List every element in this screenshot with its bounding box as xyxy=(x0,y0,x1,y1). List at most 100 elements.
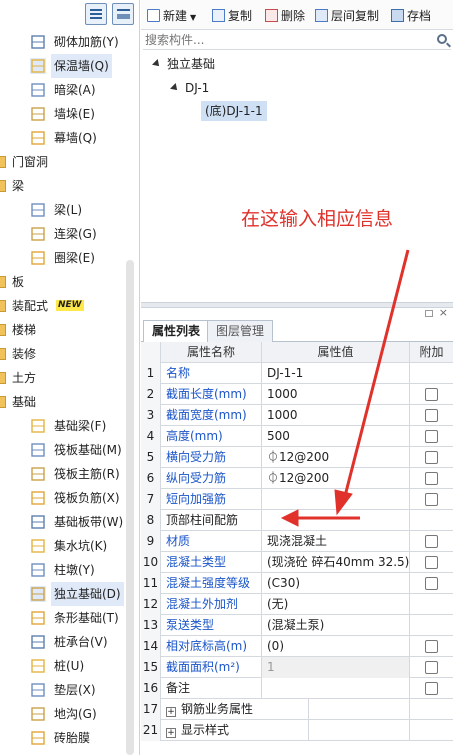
tree-item[interactable]: 保温墙(Q) xyxy=(0,54,126,78)
tree-category[interactable]: 土方 xyxy=(0,366,126,390)
tree-category[interactable]: 梁 xyxy=(0,174,126,198)
table-row: 10 混凝土类型 (现浇砼 碎石40mm 32.5) xyxy=(141,552,453,573)
tree-category[interactable]: 基础 xyxy=(0,390,126,414)
tree-item-label: 筏板主筋(R) xyxy=(54,467,120,481)
tree-node-child[interactable]: DJ-1 xyxy=(170,78,210,98)
pin-icon[interactable] xyxy=(425,310,433,317)
delete-button[interactable]: 删除 xyxy=(265,7,305,25)
property-name[interactable]: + 显示样式 xyxy=(161,720,309,741)
detail-view-button[interactable] xyxy=(112,3,134,25)
tree-item[interactable]: 桩(U) xyxy=(0,654,126,678)
expand-plus-icon[interactable]: + xyxy=(166,707,176,717)
property-name[interactable]: + 钢筋业务属性 xyxy=(161,699,309,720)
table-row: 2 截面长度(mm) 1000 xyxy=(141,384,453,405)
list-view-button[interactable] xyxy=(85,3,107,25)
attach-checkbox[interactable] xyxy=(425,535,438,548)
property-name: 备注 xyxy=(161,678,262,699)
tree-item[interactable]: 集水坑(K) xyxy=(0,534,126,558)
expand-plus-icon[interactable]: + xyxy=(166,728,176,738)
tree-category[interactable]: 门窗洞 xyxy=(0,150,126,174)
tree-item[interactable]: 基础板带(W) xyxy=(0,510,126,534)
property-value[interactable]: (现浇砼 碎石40mm 32.5) xyxy=(262,552,410,573)
tree-node-leaf[interactable]: (底)DJ-1-1 xyxy=(201,101,267,121)
tree-item[interactable]: 垫层(X) xyxy=(0,678,126,702)
property-value[interactable]: 1000 xyxy=(262,405,410,426)
property-value[interactable] xyxy=(262,678,410,699)
tree-item[interactable]: 条形基础(T) xyxy=(0,606,126,630)
tree-item[interactable]: 桩承台(V) xyxy=(0,630,126,654)
search-icon[interactable] xyxy=(437,34,447,44)
table-row: 3 截面宽度(mm) 1000 xyxy=(141,405,453,426)
tree-item[interactable]: 地沟(G) xyxy=(0,702,126,726)
tree-category[interactable]: 板 xyxy=(0,270,126,294)
attach-checkbox[interactable] xyxy=(425,661,438,674)
search-input[interactable] xyxy=(143,31,431,49)
attach-checkbox[interactable] xyxy=(425,640,438,653)
attach-checkbox[interactable] xyxy=(425,682,438,695)
property-value[interactable]: ⏀12@200 xyxy=(262,447,410,468)
property-value[interactable]: DJ-1-1 xyxy=(262,363,410,384)
attach-checkbox[interactable] xyxy=(425,493,438,506)
property-value[interactable] xyxy=(262,510,410,531)
attach-checkbox[interactable] xyxy=(425,472,438,485)
floor-copy-button[interactable]: 层间复制 xyxy=(315,7,379,25)
tree-item-label: 桩(U) xyxy=(54,659,85,673)
table-row: 6 纵向受力筋 ⏀12@200 xyxy=(141,468,453,489)
left-panel-scrollbar[interactable] xyxy=(126,260,134,755)
tree-item[interactable]: 筏板主筋(R) xyxy=(0,462,126,486)
property-value[interactable]: ⏀12@200 xyxy=(262,468,410,489)
property-tabs: 属性列表 图层管理 xyxy=(141,320,453,343)
tree-category[interactable]: 装修 xyxy=(0,342,126,366)
copy-button[interactable]: 复制 xyxy=(212,7,252,25)
property-value[interactable] xyxy=(310,720,410,741)
attach-checkbox[interactable] xyxy=(425,388,438,401)
tab-layers[interactable]: 图层管理 xyxy=(207,320,274,342)
attach-checkbox[interactable] xyxy=(425,577,438,590)
save-button[interactable]: 存档 xyxy=(391,7,431,25)
tree-item[interactable]: 幕墙(Q) xyxy=(0,126,126,150)
property-name: 高度(mm) xyxy=(161,426,262,447)
property-value[interactable]: (无) xyxy=(262,594,410,615)
property-value[interactable] xyxy=(262,489,410,510)
attach-checkbox[interactable] xyxy=(425,430,438,443)
tree-node-child-label: DJ-1 xyxy=(185,81,210,95)
tree-item[interactable]: 暗梁(A) xyxy=(0,78,126,102)
property-value[interactable]: (C30) xyxy=(262,573,410,594)
tree-item[interactable]: 独立基础(D) xyxy=(0,582,126,606)
tree-item[interactable]: 柱墩(Y) xyxy=(0,558,126,582)
row-index: 21 xyxy=(141,720,161,741)
table-row: 21 + 显示样式 xyxy=(141,720,453,741)
property-value[interactable]: (0) xyxy=(262,636,410,657)
tree-item[interactable]: 筏板基础(M) xyxy=(0,438,126,462)
property-value[interactable]: 现浇混凝土 xyxy=(262,531,410,552)
expand-triangle-icon[interactable] xyxy=(170,83,180,93)
attach-checkbox[interactable] xyxy=(425,409,438,422)
expand-triangle-icon[interactable] xyxy=(152,59,162,69)
property-value[interactable]: 1000 xyxy=(262,384,410,405)
new-button[interactable]: 新建 ▼ xyxy=(147,7,196,25)
attach-checkbox[interactable] xyxy=(425,451,438,464)
attach-cell xyxy=(410,489,453,510)
raft-main-rebar-icon xyxy=(30,466,46,482)
tree-item[interactable]: 圈梁(E) xyxy=(0,246,126,270)
property-value[interactable] xyxy=(310,699,410,720)
tree-node-root[interactable]: 独立基础 xyxy=(152,54,215,74)
grid-header-index xyxy=(141,342,161,363)
tree-item[interactable]: 墙垛(E) xyxy=(0,102,126,126)
tree-item[interactable]: 基础梁(F) xyxy=(0,414,126,438)
property-value[interactable]: 500 xyxy=(262,426,410,447)
tree-category[interactable]: 装配式 NEW xyxy=(0,294,126,318)
tree-item[interactable]: 梁(L) xyxy=(0,198,126,222)
tree-item-label: 连梁(G) xyxy=(54,227,97,241)
close-icon[interactable]: × xyxy=(439,306,448,319)
tab-properties[interactable]: 属性列表 xyxy=(143,320,210,343)
tree-category[interactable]: 楼梯 xyxy=(0,318,126,342)
tree-item[interactable]: 砖胎膜 xyxy=(0,726,126,750)
attach-checkbox[interactable] xyxy=(425,556,438,569)
tree-item[interactable]: 筏板负筋(X) xyxy=(0,486,126,510)
property-name: 混凝土强度等级 xyxy=(161,573,262,594)
tree-item[interactable]: 连梁(G) xyxy=(0,222,126,246)
property-value[interactable]: (混凝土泵) xyxy=(262,615,410,636)
tree-item[interactable]: 砌体加筋(Y) xyxy=(0,30,126,54)
attach-cell xyxy=(410,615,453,636)
